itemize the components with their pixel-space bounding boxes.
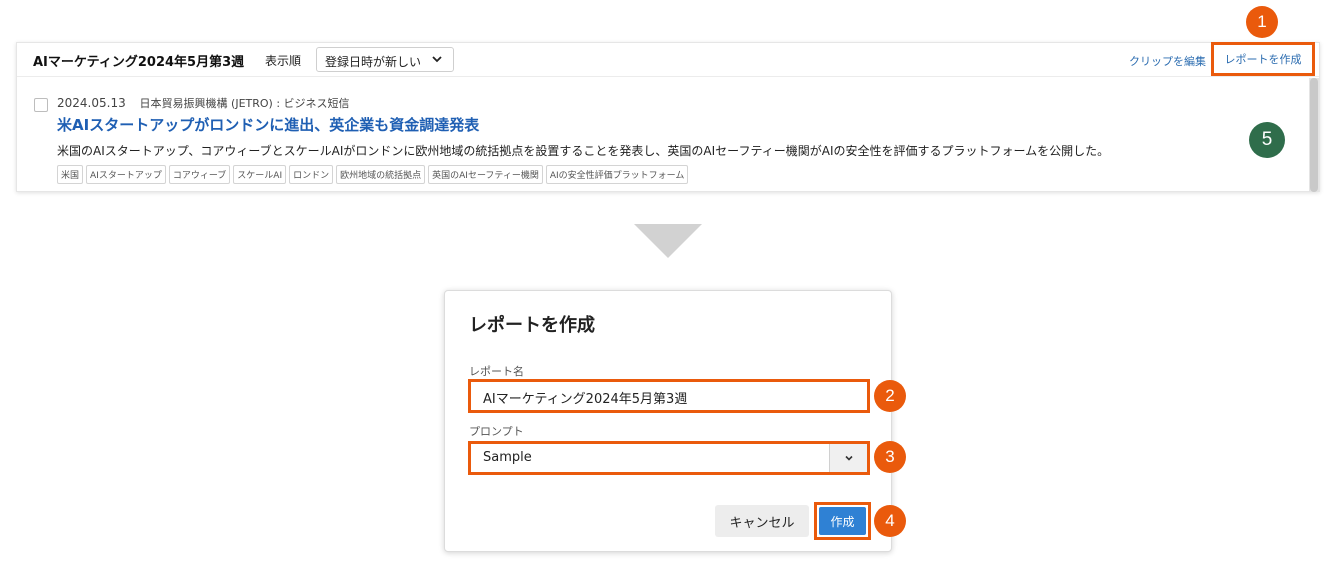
clip-list-panel: AIマーケティング2024年5月第3週 表示順 登録日時が新しい クリップを編集… [16,42,1320,192]
create-report-link-label: レポートを作成 [1224,53,1302,66]
create-report-dialog: レポートを作成 レポート名 AIマーケティング2024年5月第3週 プロンプト … [444,290,892,552]
prompt-label: プロンプト [469,425,524,438]
tag[interactable]: 米国 [57,165,84,184]
triangle-down-arrow-icon [634,224,702,258]
scrollbar[interactable] [1309,78,1319,192]
tag[interactable]: スケールAI [233,165,287,184]
sort-order-select[interactable]: 登録日時が新しい [316,47,454,72]
step-badge-2: 2 [874,380,906,412]
step-badge-3: 3 [874,441,906,473]
prompt-value: Sample [483,450,532,465]
chevron-down-icon [844,455,853,461]
article-item: 2024.05.13 日本貿易振興機構 (JETRO) : ビジネス短信 米AI… [17,78,1319,192]
panel-header: AIマーケティング2024年5月第3週 表示順 登録日時が新しい クリップを編集… [17,42,1319,77]
tag[interactable]: AIスタートアップ [86,165,166,184]
tag[interactable]: ロンドン [289,165,334,184]
create-button-highlight: 作成 [814,502,871,540]
tag[interactable]: 欧州地域の統括拠点 [336,165,426,184]
chevron-down-icon [432,56,442,63]
tag[interactable]: 英国のAIセーフティー機関 [428,165,543,184]
report-name-input[interactable]: AIマーケティング2024年5月第3週 [468,379,870,413]
article-source: 日本貿易振興機構 (JETRO) : ビジネス短信 [139,97,350,110]
step-badge-1: 1 [1246,6,1278,38]
report-name-label: レポート名 [469,365,524,378]
article-meta: 2024.05.13 日本貿易振興機構 (JETRO) : ビジネス短信 [57,95,350,111]
scrollbar-thumb[interactable] [1310,78,1318,192]
prompt-dropdown-button[interactable] [829,444,867,472]
edit-clips-link[interactable]: クリップを編集 [1129,53,1206,69]
article-summary: 米国のAIスタートアップ、コアウィーブとスケールAIがロンドンに欧州地域の統括拠… [57,144,1110,158]
article-date: 2024.05.13 [57,96,126,110]
tag[interactable]: AIの安全性評価プラットフォーム [545,165,689,184]
create-report-link[interactable]: レポートを作成 [1211,42,1315,76]
sort-label: 表示順 [265,54,302,68]
step-badge-5: 5 [1249,122,1285,158]
report-title: AIマーケティング2024年5月第3週 [33,55,245,70]
step-badge-4: 4 [874,505,906,537]
article-checkbox[interactable] [34,98,48,112]
tag[interactable]: コアウィーブ [168,165,231,184]
dialog-title: レポートを作成 [469,315,595,336]
report-name-value: AIマーケティング2024年5月第3週 [483,392,688,407]
cancel-button[interactable]: キャンセル [715,505,809,537]
article-title-link[interactable]: 米AIスタートアップがロンドンに進出、英企業も資金調達発表 [57,114,479,135]
article-tags: 米国 AIスタートアップ コアウィーブ スケールAI ロンドン 欧州地域の統括拠… [57,165,689,184]
sort-order-value: 登録日時が新しい [325,55,422,69]
create-button[interactable]: 作成 [819,507,866,535]
prompt-select[interactable]: Sample [468,441,870,475]
